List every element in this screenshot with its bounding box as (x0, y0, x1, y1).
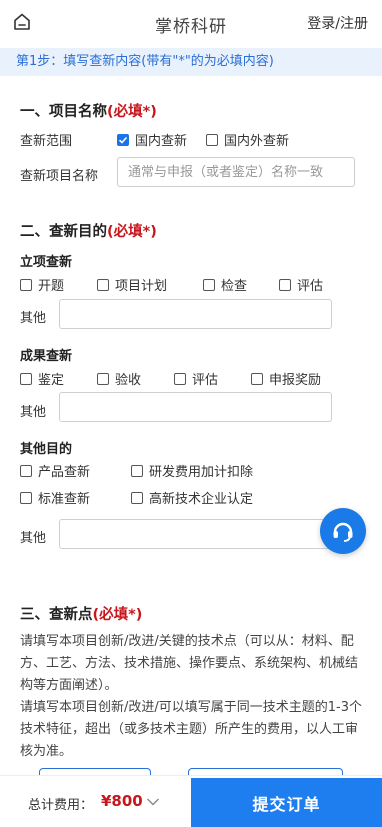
novelty-hint-2: 请填写本项目创新/改进/可以填写属于同一技术主题的1-3个技术特征，超出（或多技… (20, 700, 362, 759)
checkbox-icon[interactable] (97, 278, 109, 291)
checkbox-biaozhunchaxin[interactable]: 标准查新 (20, 488, 90, 507)
checkbox-label: 申报奖励 (269, 373, 322, 388)
customer-service-button[interactable] (320, 508, 366, 554)
section-title-purpose: 二、查新目的(必填*) (20, 220, 157, 241)
section-title-text: 一、项目名称 (20, 104, 107, 120)
subtitle-lixiang: 立项查新 (20, 255, 73, 270)
login-register-link[interactable]: 登录/注册 (307, 13, 368, 33)
other-label: 其他 (20, 531, 47, 546)
total-cost-label: 总计费用： (28, 798, 94, 813)
checkbox-yanfafeiyong[interactable]: 研发费用加计扣除 (131, 461, 253, 480)
checkbox-jiancha[interactable]: 检查 (203, 275, 247, 294)
section-title-novelty-points: 三、查新点(必填*) (20, 603, 142, 624)
checkbox-icon[interactable] (206, 133, 218, 146)
checkbox-chanpinchaxin[interactable]: 产品查新 (20, 461, 90, 480)
submit-order-button[interactable]: 提交订单 (191, 778, 382, 827)
checkbox-icon[interactable] (131, 491, 143, 504)
checkbox-shenbaojiangli[interactable]: 申报奖励 (251, 369, 321, 388)
subtitle-qita: 其他目的 (20, 442, 73, 457)
headset-icon (333, 522, 353, 542)
scope-label: 查新范围 (20, 134, 73, 149)
checkbox-kaiti[interactable]: 开题 (20, 275, 64, 294)
checkbox-label: 标准查新 (38, 492, 91, 507)
step-banner: 第1步：填写查新内容(带有"*"的为必填内容) (0, 48, 382, 76)
checkbox-label: 项目计划 (115, 279, 168, 294)
checkbox-label: 产品查新 (38, 465, 91, 480)
lixiang-other-input[interactable] (59, 299, 332, 329)
bottom-bar: 总计费用： ¥800 提交订单 (0, 775, 382, 827)
qita-other-input[interactable] (59, 519, 332, 549)
total-cost-amount: ¥800 (101, 792, 143, 810)
section-title-project-name: 一、项目名称(必填*) (20, 100, 157, 121)
checkbox-icon[interactable] (251, 372, 263, 385)
required-mark: (必填*) (92, 607, 143, 623)
checkbox-gaoxinjishu[interactable]: 高新技术企业认定 (131, 488, 253, 507)
checkbox-label: 国内外查新 (224, 134, 290, 149)
checkbox-yanshou[interactable]: 验收 (97, 369, 141, 388)
checkbox-checked-icon[interactable] (117, 133, 129, 146)
other-label: 其他 (20, 311, 47, 326)
checkbox-label: 研发费用加计扣除 (149, 465, 254, 480)
checkbox-icon[interactable] (20, 491, 32, 504)
project-name-input[interactable] (117, 157, 355, 187)
checkbox-icon[interactable] (20, 464, 32, 477)
checkbox-international[interactable]: 国内外查新 (206, 130, 289, 149)
checkbox-label: 评估 (192, 373, 219, 388)
other-label: 其他 (20, 405, 47, 420)
section-title-text: 二、查新目的 (20, 224, 107, 240)
section-title-text: 三、查新点 (20, 607, 93, 623)
checkbox-pinggu[interactable]: 评估 (279, 275, 323, 294)
required-mark: (必填*) (107, 104, 157, 120)
checkbox-icon[interactable] (131, 464, 143, 477)
checkbox-pinggu-2[interactable]: 评估 (174, 369, 218, 388)
checkbox-label: 验收 (115, 373, 142, 388)
checkbox-label: 检查 (221, 279, 248, 294)
checkbox-label: 评估 (297, 279, 324, 294)
checkbox-jianding[interactable]: 鉴定 (20, 369, 64, 388)
checkbox-xiangmujihua[interactable]: 项目计划 (97, 275, 167, 294)
checkbox-icon[interactable] (203, 278, 215, 291)
top-bar: 掌桥科研 登录/注册 (0, 0, 382, 44)
chengguo-other-input[interactable] (59, 392, 332, 422)
project-name-label: 查新项目名称 (20, 169, 99, 184)
checkbox-icon[interactable] (20, 372, 32, 385)
checkbox-icon[interactable] (279, 278, 291, 291)
checkbox-icon[interactable] (97, 372, 109, 385)
required-mark: (必填*) (107, 224, 157, 240)
checkbox-icon[interactable] (20, 278, 32, 291)
checkbox-label: 国内查新 (135, 134, 188, 149)
checkbox-icon[interactable] (174, 372, 186, 385)
checkbox-domestic[interactable]: 国内查新 (117, 130, 187, 149)
checkbox-label: 鉴定 (38, 373, 65, 388)
subtitle-chengguo: 成果查新 (20, 349, 73, 364)
novelty-hint-1: 请填写本项目创新/改进/关键的技术点（可以从：材料、配方、工艺、方法、技术措施、… (20, 634, 359, 693)
chevron-down-icon[interactable] (146, 797, 160, 807)
checkbox-label: 高新技术企业认定 (149, 492, 254, 507)
checkbox-label: 开题 (38, 279, 65, 294)
